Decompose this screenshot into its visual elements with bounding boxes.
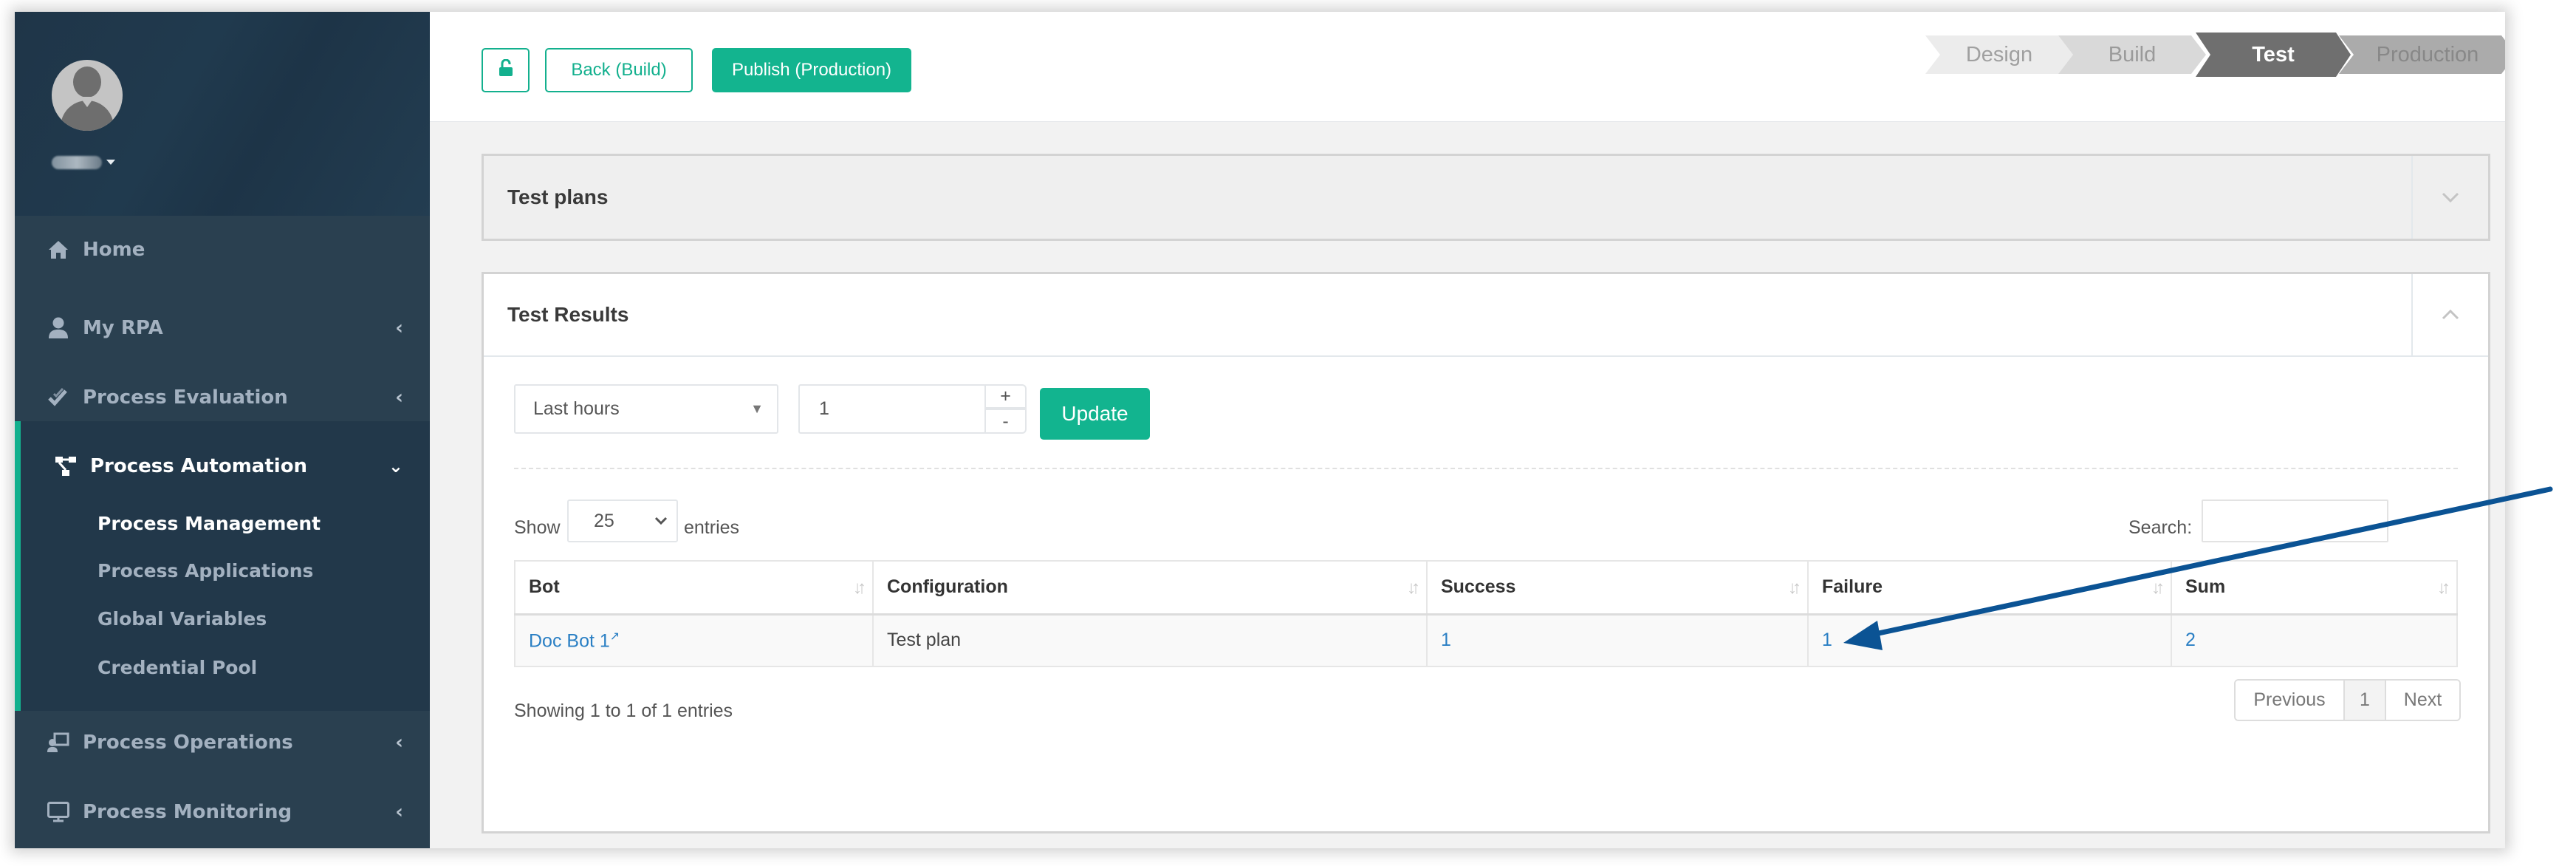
sidebar-item-process-monitoring[interactable]: Process Monitoring ‹ — [15, 778, 430, 846]
home-icon — [46, 240, 71, 259]
amount-input[interactable]: 1 — [798, 384, 986, 434]
chevron-down-icon: ⌄ — [388, 456, 403, 477]
table-row: Doc Bot 1↗ Test plan 1 1 2 — [514, 613, 2458, 667]
amount-input-value: 1 — [819, 398, 829, 419]
publish-production-button[interactable]: Publish (Production) — [712, 48, 911, 92]
chevron-left-icon: ‹ — [395, 732, 403, 754]
stage-production: Production — [2339, 35, 2505, 74]
sidebar-item-label: Process Operations — [83, 732, 293, 754]
sort-icon[interactable]: ↓↑ — [2437, 578, 2450, 599]
back-build-button[interactable]: Back (Build) — [545, 48, 693, 92]
sidebar-item-process-automation[interactable]: Process Automation ⌄ — [15, 432, 430, 500]
show-label: Show — [514, 517, 561, 538]
sidebar-subitem-credential-pool[interactable]: Credential Pool — [97, 657, 257, 678]
sidebar-item-label: Home — [83, 239, 145, 261]
page-size-select[interactable]: 25 — [567, 500, 678, 542]
test-results-header[interactable]: Test Results — [484, 274, 2488, 357]
test-results-panel: Test Results — [482, 272, 2490, 833]
failure-count-link[interactable]: 1 — [1822, 630, 1832, 650]
search-label: Search: — [2128, 517, 2193, 538]
sort-icon[interactable]: ↓↑ — [1788, 578, 1801, 599]
collapse-toggle[interactable] — [2411, 274, 2488, 355]
column-header-bot[interactable]: Bot ↓↑ — [514, 560, 874, 616]
sidebar: Home My RPA ‹ Process Evaluation ‹ Proce… — [15, 12, 430, 848]
user-icon — [46, 317, 71, 339]
period-select-value: Last hours — [533, 398, 620, 419]
test-results-table: Bot ↓↑ Configuration ↓↑ Success ↓↑ Failure ↓… — [514, 560, 2458, 667]
sort-icon[interactable]: ↓↑ — [1407, 578, 1420, 599]
entries-label: entries — [684, 517, 740, 538]
test-plans-panel: Test plans — [482, 154, 2490, 241]
app-window: Home My RPA ‹ Process Evaluation ‹ Proce… — [15, 12, 2505, 848]
unlock-button[interactable] — [482, 48, 530, 92]
sidebar-item-label: My RPA — [83, 317, 163, 339]
column-header-success[interactable]: Success ↓↑ — [1426, 560, 1809, 616]
double-check-icon — [46, 388, 71, 407]
search-input[interactable] — [2202, 500, 2388, 542]
stage-design: Design — [1925, 35, 2073, 74]
top-toolbar: Back (Build) Publish (Production) Design… — [430, 12, 2505, 122]
external-link-icon[interactable]: ↗ — [610, 630, 620, 643]
sort-icon[interactable]: ↓↑ — [2151, 578, 2165, 599]
expand-toggle[interactable] — [2411, 156, 2488, 239]
previous-page-button[interactable]: Previous — [2236, 681, 2343, 720]
stage-build: Build — [2058, 35, 2206, 74]
chevron-down-icon — [654, 516, 668, 525]
increment-button[interactable]: + — [984, 384, 1027, 409]
panel-title: Test plans — [507, 185, 609, 208]
success-count-cell: 1 — [1426, 613, 1809, 667]
caret-down-icon[interactable] — [106, 160, 115, 165]
panel-title: Test Results — [507, 303, 629, 326]
chevron-left-icon: ‹ — [395, 801, 403, 823]
failure-count-cell: 1 — [1807, 613, 2172, 667]
column-header-configuration[interactable]: Configuration ↓↑ — [872, 560, 1428, 616]
divider — [514, 468, 2458, 469]
table-info: Showing 1 to 1 of 1 entries — [514, 700, 733, 721]
sidebar-subitem-process-applications[interactable]: Process Applications — [97, 560, 313, 582]
desktop-icon — [46, 802, 71, 822]
table-header-row: Bot ↓↑ Configuration ↓↑ Success ↓↑ Failure ↓… — [514, 560, 2458, 616]
sidebar-item-home[interactable]: Home — [15, 216, 430, 284]
update-button[interactable]: Update — [1040, 388, 1150, 440]
chevron-down-icon — [2442, 192, 2459, 203]
sidebar-item-label: Process Evaluation — [83, 386, 288, 409]
operator-screen-icon — [46, 732, 71, 753]
decrement-button[interactable]: - — [984, 409, 1027, 434]
user-profile — [15, 12, 430, 216]
configuration-cell: Test plan — [872, 613, 1428, 667]
caret-down-icon: ▼ — [750, 401, 764, 416]
username-redacted[interactable] — [52, 156, 102, 169]
chevron-left-icon: ‹ — [395, 317, 403, 339]
unlock-icon — [499, 58, 513, 82]
sum-count-cell: 2 — [2171, 613, 2458, 667]
period-select[interactable]: Last hours ▼ — [514, 384, 778, 434]
sidebar-item-label: Process Monitoring — [83, 801, 292, 823]
sitemap-icon — [53, 456, 78, 477]
pagination: Previous 1 Next — [2234, 679, 2461, 721]
page-1-button[interactable]: 1 — [2343, 681, 2386, 720]
sum-count-link[interactable]: 2 — [2185, 630, 2196, 650]
sidebar-subitem-process-management[interactable]: Process Management — [97, 513, 321, 534]
chevron-left-icon: ‹ — [395, 386, 403, 409]
column-header-failure[interactable]: Failure ↓↑ — [1807, 560, 2172, 616]
success-count-link[interactable]: 1 — [1441, 630, 1451, 650]
user-avatar[interactable] — [52, 60, 123, 131]
test-plans-header[interactable]: Test plans — [484, 156, 2488, 239]
bot-link[interactable]: Doc Bot 1 — [529, 630, 610, 651]
chevron-up-icon — [2442, 309, 2459, 320]
stage-test: Test — [2196, 33, 2351, 77]
sidebar-item-label: Process Automation — [90, 455, 308, 477]
sidebar-subitem-global-variables[interactable]: Global Variables — [97, 608, 267, 630]
next-page-button[interactable]: Next — [2386, 681, 2459, 720]
bot-cell: Doc Bot 1↗ — [514, 613, 874, 667]
sidebar-item-my-rpa[interactable]: My RPA ‹ — [15, 294, 430, 362]
column-header-sum[interactable]: Sum ↓↑ — [2171, 560, 2458, 616]
sort-ascending-icon[interactable]: ↓↑ — [853, 578, 866, 599]
sidebar-item-process-operations[interactable]: Process Operations ‹ — [15, 709, 430, 777]
